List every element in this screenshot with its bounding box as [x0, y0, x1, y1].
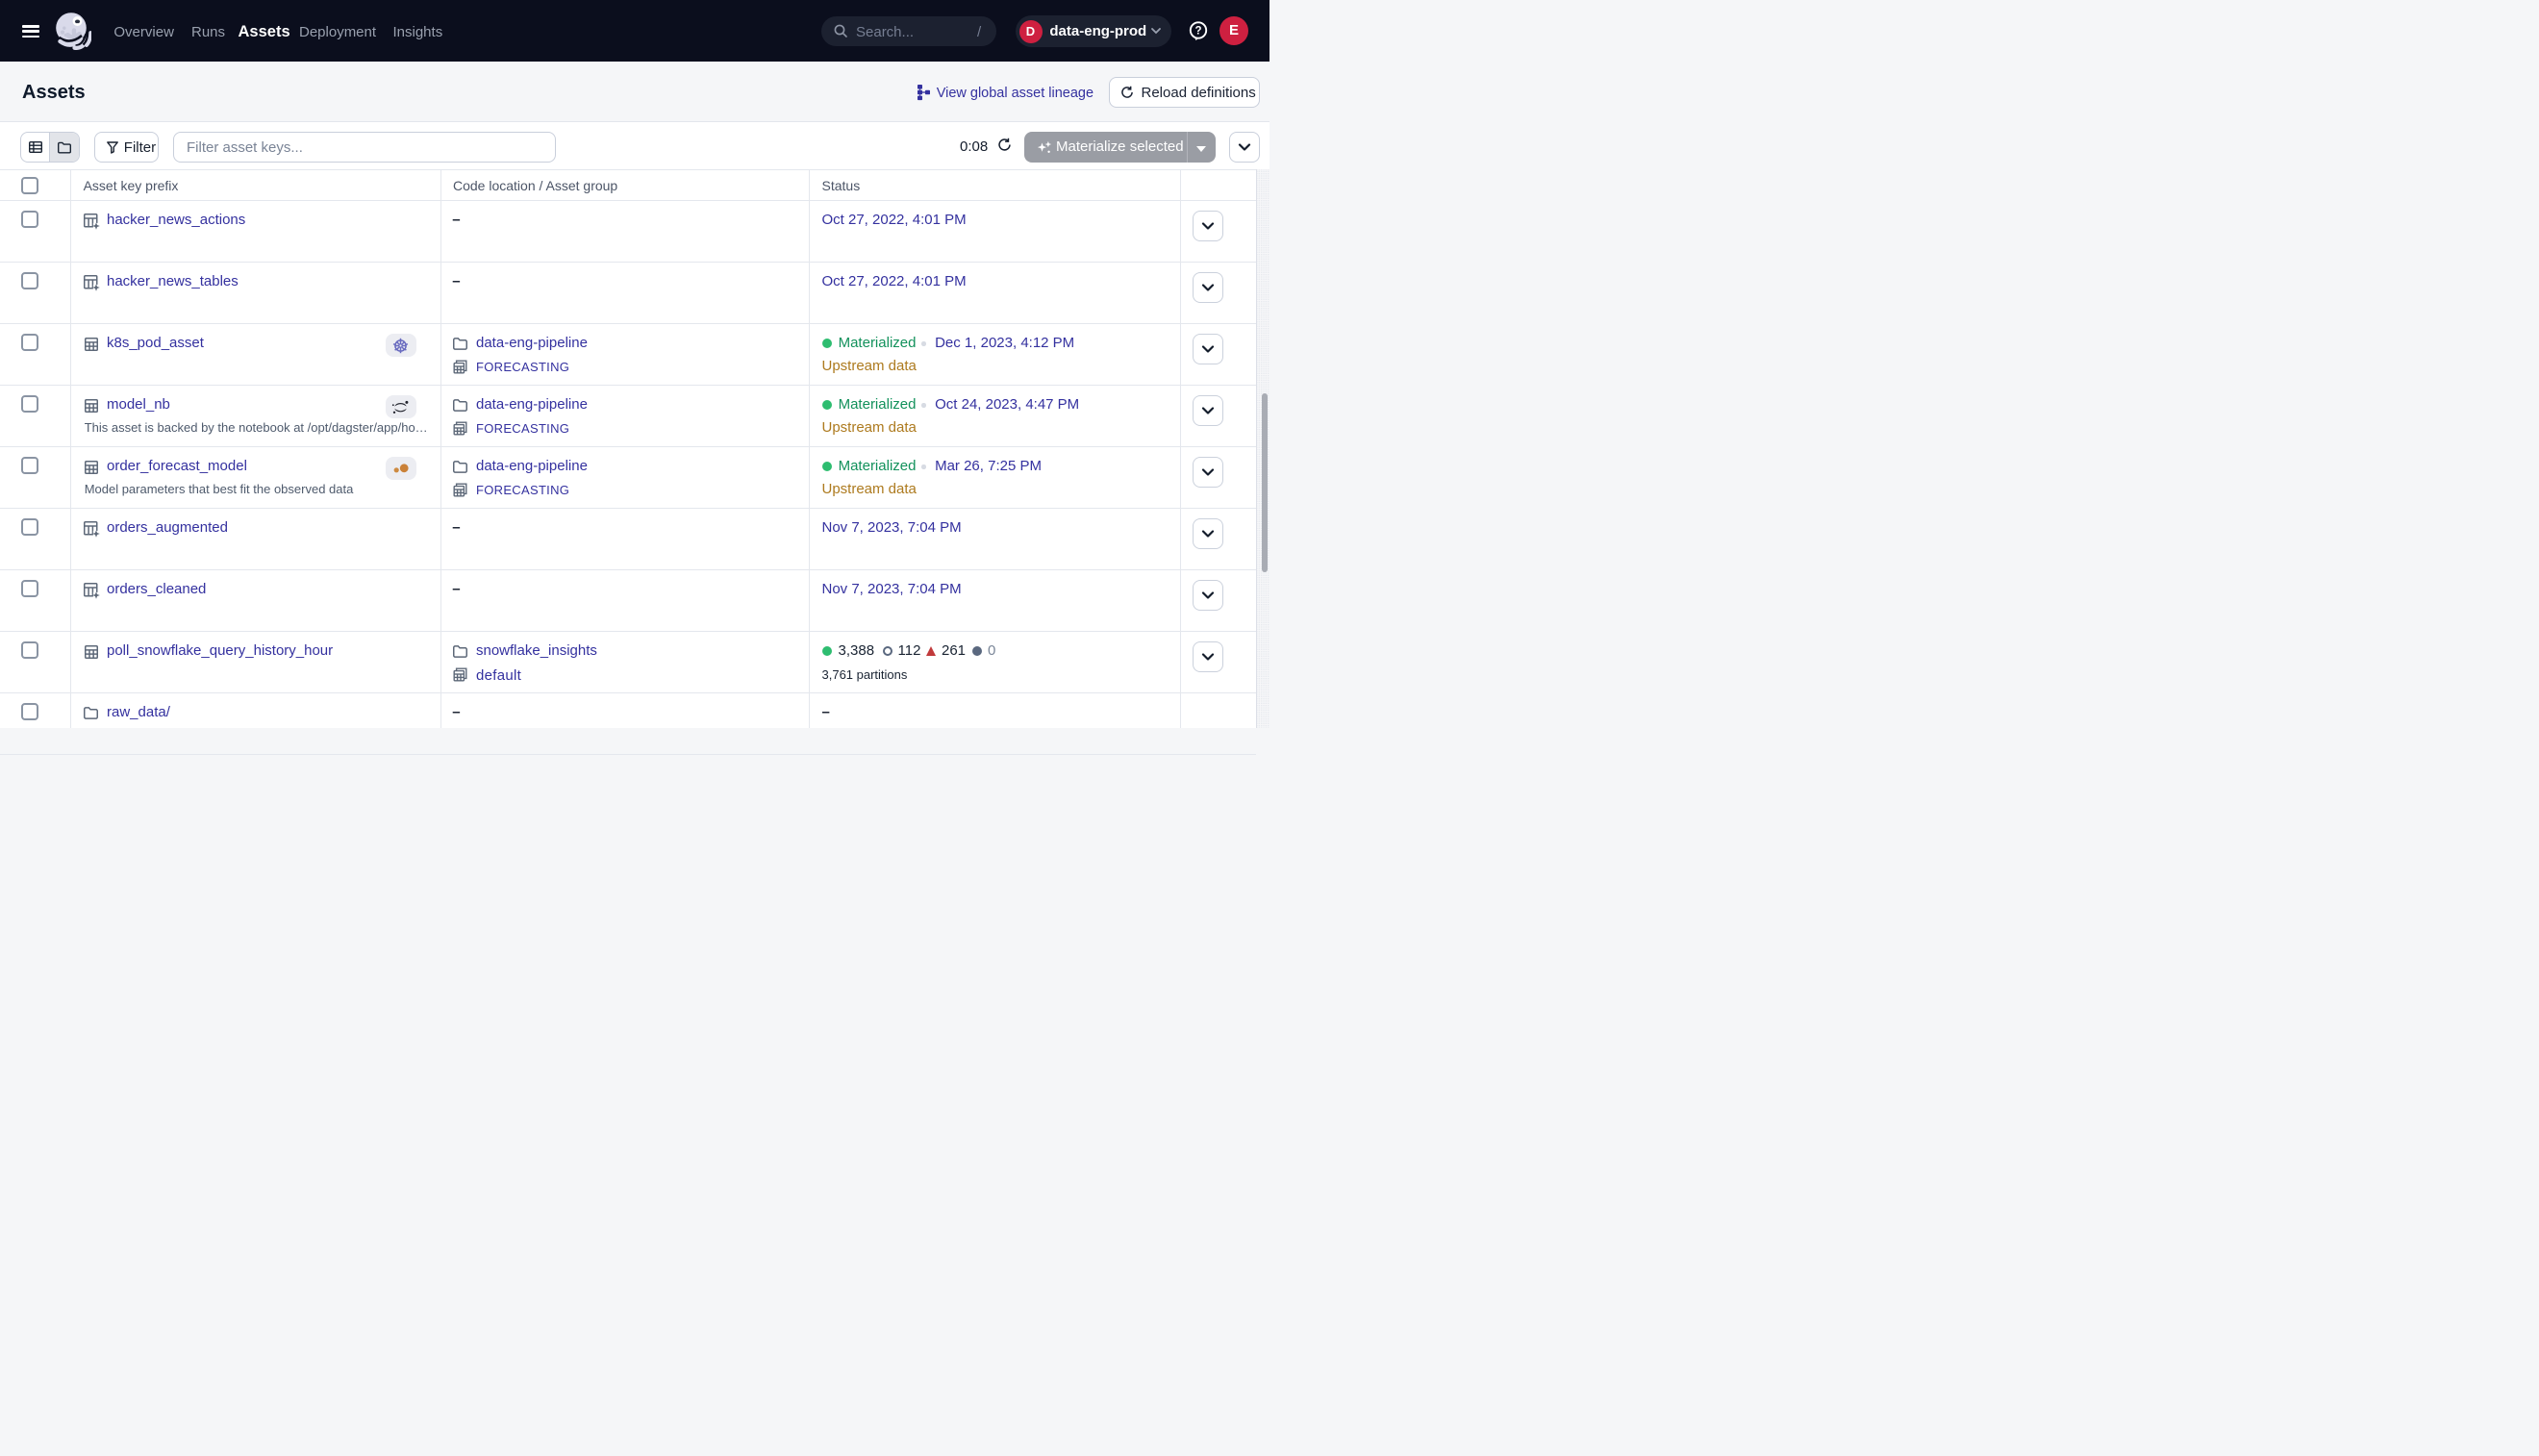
- svg-text:?: ?: [1194, 25, 1201, 37]
